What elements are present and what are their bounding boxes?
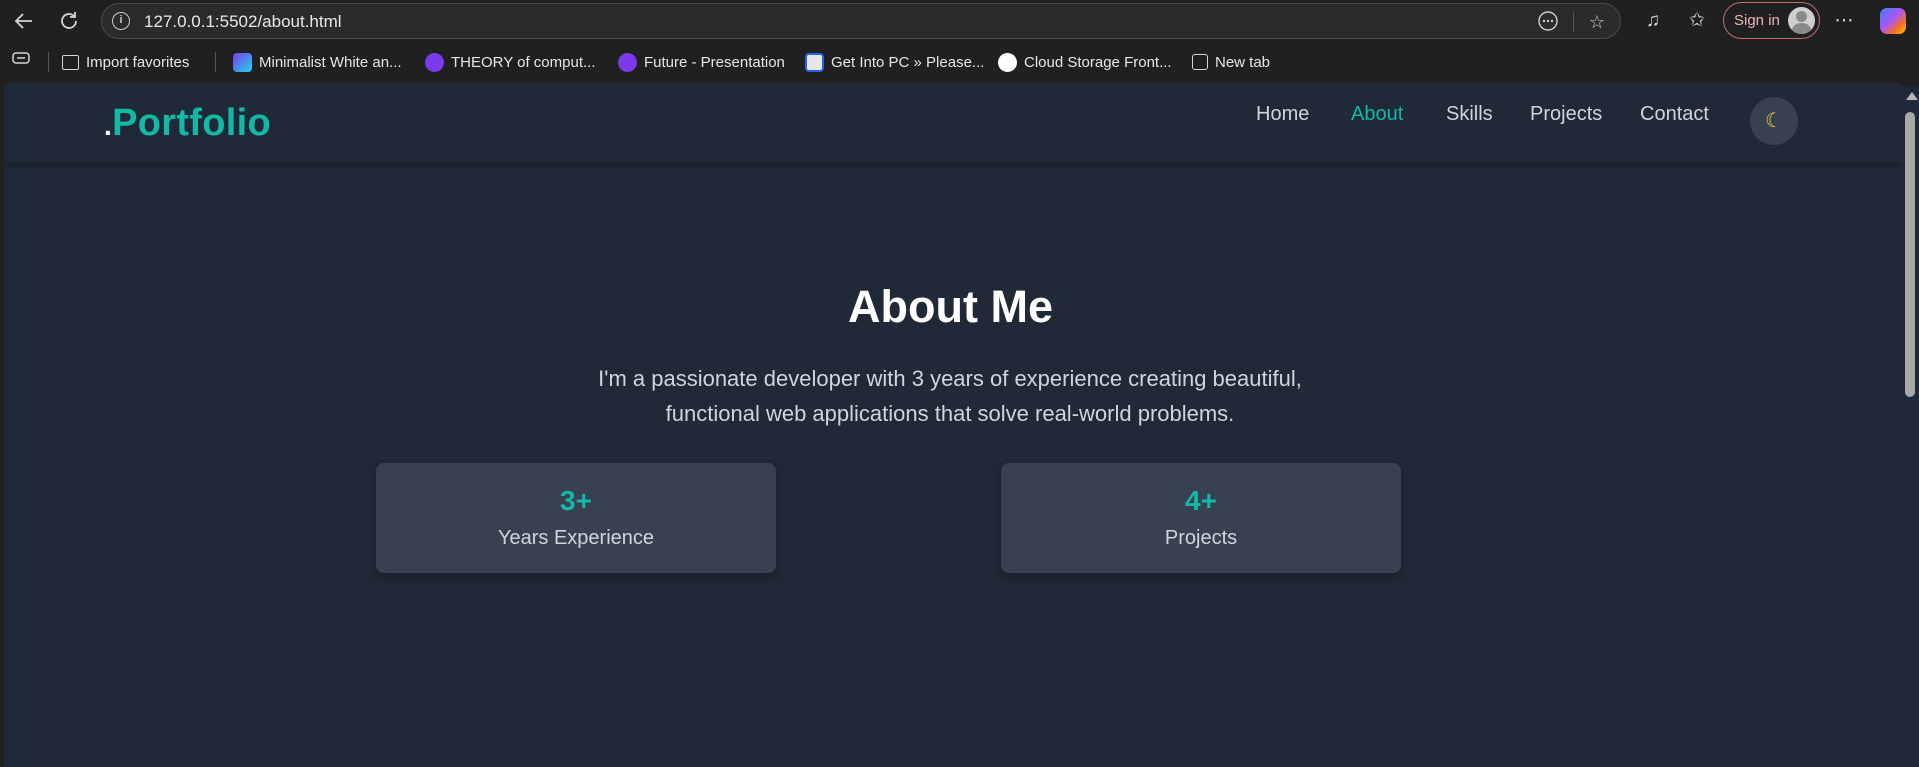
- favorite-getintopc[interactable]: Get Into PC » Please...: [805, 51, 984, 73]
- back-icon[interactable]: [9, 6, 39, 36]
- import-icon: [62, 54, 79, 70]
- favorite-label: THEORY of comput...: [451, 53, 596, 71]
- presentation-icon: [425, 52, 444, 72]
- about-description-line: functional web applications that solve r…: [665, 401, 1235, 426]
- stat-label: Years Experience: [497, 527, 655, 549]
- stat-card-projects: 4+ Projects: [1001, 463, 1401, 573]
- favorite-label: Import favorites: [86, 53, 190, 71]
- favorite-cloud-storage[interactable]: Cloud Storage Front...: [998, 51, 1172, 73]
- favorite-minimalist[interactable]: Minimalist White an...: [233, 51, 402, 73]
- favorite-import[interactable]: Import favorites: [62, 51, 189, 73]
- theme-toggle-button[interactable]: ☾: [1750, 97, 1798, 145]
- favorites-divider: [215, 52, 216, 72]
- sign-in-label: Sign in: [1734, 12, 1780, 29]
- stat-card-experience: 3+ Years Experience: [376, 463, 776, 573]
- favorite-future[interactable]: Future - Presentation: [618, 51, 785, 73]
- site-logo[interactable]: .Portfolio: [104, 102, 271, 145]
- nav-contact[interactable]: Contact: [1640, 103, 1709, 126]
- site-info-icon[interactable]: i: [112, 12, 130, 30]
- page-title: About Me: [848, 281, 1053, 332]
- favorite-label: Get Into PC » Please...: [831, 53, 985, 71]
- stat-label: Projects: [1164, 527, 1238, 549]
- address-url[interactable]: 127.0.0.1:5502/about.html: [144, 12, 342, 32]
- page-viewport: .Portfolio Home About Skills Projects Co…: [4, 83, 1903, 767]
- stat-value: 4+: [1185, 485, 1217, 516]
- favorites-divider: [48, 52, 49, 72]
- refresh-icon[interactable]: [54, 6, 84, 36]
- page-scrollbar[interactable]: [1901, 86, 1919, 767]
- favorite-star-icon[interactable]: ☆: [1585, 10, 1609, 34]
- collections-icon[interactable]: [8, 48, 34, 74]
- favorite-label: Cloud Storage Front...: [1024, 53, 1172, 71]
- favorite-label: Future - Presentation: [644, 53, 785, 71]
- nav-about[interactable]: About: [1351, 103, 1403, 126]
- address-divider: [1573, 12, 1574, 32]
- settings-menu-icon[interactable]: ⋯: [1831, 8, 1857, 34]
- copilot-icon[interactable]: [1880, 8, 1906, 34]
- about-description-line: I'm a passionate developer with 3 years …: [598, 366, 1302, 391]
- scroll-thumb[interactable]: [1905, 112, 1915, 397]
- favorite-new-tab[interactable]: New tab: [1192, 51, 1270, 73]
- nav-skills[interactable]: Skills: [1446, 103, 1493, 126]
- favorite-theory[interactable]: THEORY of comput...: [425, 51, 596, 73]
- favorite-label: New tab: [1215, 53, 1271, 71]
- favorite-label: Minimalist White an...: [259, 53, 402, 71]
- more-options-icon[interactable]: [1536, 10, 1560, 34]
- stat-value: 3+: [560, 485, 592, 516]
- presentation-icon: [618, 52, 637, 72]
- nav-home[interactable]: Home: [1256, 103, 1309, 126]
- nav-projects[interactable]: Projects: [1530, 103, 1602, 126]
- about-description: I'm a passionate developer with 3 years …: [550, 361, 1350, 431]
- favorites-icon[interactable]: ✩: [1684, 8, 1710, 34]
- logo-text: Portfolio: [112, 102, 271, 144]
- openai-icon: [998, 52, 1017, 72]
- sign-in-button[interactable]: Sign in: [1723, 2, 1820, 39]
- newtab-icon: [1192, 54, 1208, 70]
- getintopc-icon: [805, 52, 824, 72]
- browser-toolbar: i 127.0.0.1:5502/about.html ☆ ♫ ✩ Sign i…: [0, 0, 1919, 42]
- address-bar[interactable]: i 127.0.0.1:5502/about.html ☆: [101, 3, 1621, 39]
- read-aloud-icon[interactable]: ♫: [1640, 8, 1666, 34]
- logo-dot: .: [104, 110, 113, 141]
- scroll-up-icon[interactable]: [1906, 92, 1918, 100]
- site-header: .Portfolio Home About Skills Projects Co…: [4, 83, 1903, 163]
- moon-icon: ☾: [1765, 110, 1783, 132]
- avatar: [1788, 7, 1815, 34]
- canva-icon: [233, 52, 252, 72]
